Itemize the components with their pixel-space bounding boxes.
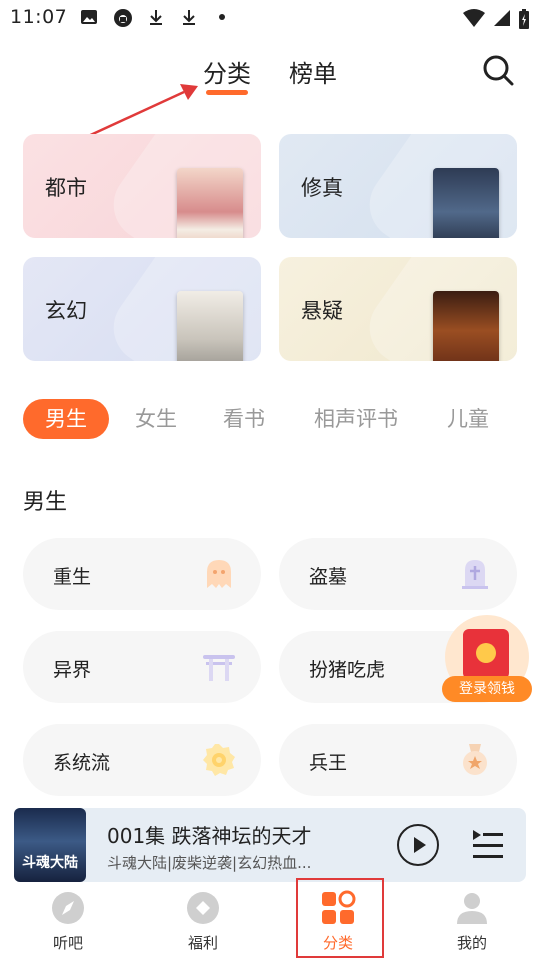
tag-label: 盗墓 [309,566,348,588]
compass-icon [50,890,86,926]
bottom-nav: 听吧 福利 分类 我的 [0,882,540,960]
status-time: 11:07 [10,6,68,28]
mini-player[interactable]: 斗魂大陆 001集 跌落神坛的天才 斗魂大陆|废柴逆袭|玄幻热血... [14,808,526,882]
genre-card-suspense[interactable]: 悬疑 [279,257,517,361]
red-envelope-icon [463,629,509,679]
image-icon [80,8,98,26]
tag-pill[interactable]: 重生 [23,538,261,610]
player-cover-title: 斗魂大陆 [22,855,78,871]
category-tab-children[interactable]: 儿童 [440,399,496,439]
tag-label: 系统流 [53,752,111,774]
tag-pill[interactable]: 系统流 [23,724,261,796]
user-icon [454,890,490,926]
genre-card-label: 玄幻 [45,299,87,323]
player-episode-title: 001集 跌落神坛的天才 [107,824,312,848]
category-tab-male[interactable]: 男生 [23,399,109,439]
annotation-arrow [83,84,198,140]
player-subtitle: 斗魂大陆|废柴逆袭|玄幻热血... [107,854,312,872]
genre-card-label: 修真 [301,176,343,200]
annotation-highlight-box [296,878,384,958]
tab-category[interactable]: 分类 [203,54,251,89]
genre-card-xuanhuan[interactable]: 玄幻 [23,257,261,361]
category-tab-reading[interactable]: 看书 [216,399,272,439]
nav-label: 我的 [456,934,487,952]
nav-item-mine[interactable]: 我的 [422,882,522,960]
genre-card-xiuzhen[interactable]: 修真 [279,134,517,238]
tag-pill[interactable]: 异界 [23,631,261,703]
section-title: 男生 [23,490,68,515]
ghost-icon [201,556,237,592]
medal-icon [457,742,493,778]
promo-label[interactable]: 登录领钱 [442,676,532,702]
book-cover-image [177,168,243,238]
tag-pill[interactable]: 兵王 [279,724,517,796]
tag-label: 重生 [53,566,92,588]
status-bar: 11:07 [0,0,540,36]
genre-card-urban[interactable]: 都市 [23,134,261,238]
tag-label: 扮猪吃虎 [309,659,386,681]
gear-badge-icon [201,742,237,778]
download-icon [180,8,198,26]
headset-icon [113,8,132,27]
tab-active-indicator [206,90,248,95]
nav-label: 听吧 [52,934,83,952]
category-tab-female[interactable]: 女生 [128,399,184,439]
book-cover-image [177,291,243,361]
book-cover-image [433,291,499,361]
tab-ranking[interactable]: 榜单 [289,54,337,89]
player-cover-image[interactable]: 斗魂大陆 [14,808,86,882]
play-button[interactable] [397,824,439,866]
dot-icon [213,8,231,26]
tag-label: 异界 [53,659,92,681]
download-icon [147,8,165,26]
battery-icon [517,8,531,29]
search-icon[interactable] [480,52,516,88]
signal-icon [492,8,512,26]
nav-item-welfare[interactable]: 福利 [153,882,253,960]
genre-card-label: 悬疑 [301,299,343,323]
nav-item-listen[interactable]: 听吧 [18,882,118,960]
gift-diamond-icon [185,890,221,926]
playlist-icon[interactable] [469,826,507,864]
wifi-icon [462,8,486,27]
genre-card-label: 都市 [45,176,87,200]
book-cover-image [433,168,499,238]
torii-gate-icon [201,649,237,685]
category-tab-crosstalk[interactable]: 相声评书 [308,399,404,439]
tombstone-icon [457,556,493,592]
tag-label: 兵王 [309,752,348,774]
tag-pill[interactable]: 盗墓 [279,538,517,610]
nav-label: 福利 [187,934,218,952]
